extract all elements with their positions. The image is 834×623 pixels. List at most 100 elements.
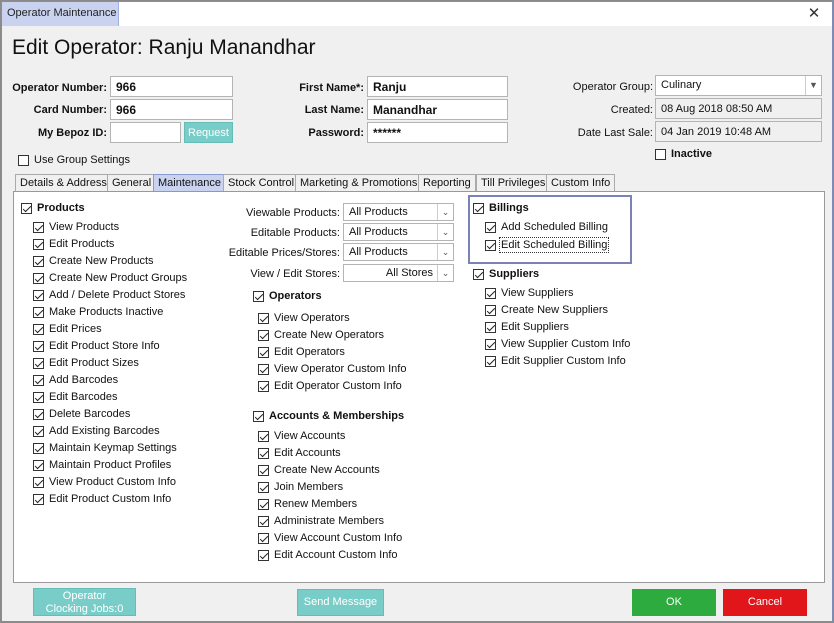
item-label: Edit Product Sizes — [49, 357, 139, 369]
checkbox-icon — [33, 459, 44, 471]
checkbox-icon — [485, 239, 496, 251]
item-label: View Operator Custom Info — [274, 363, 407, 375]
item-label: Join Members — [274, 481, 344, 493]
checkbox-icon — [485, 304, 496, 316]
operators-checkbox[interactable]: Operators — [253, 290, 322, 302]
checkbox-icon — [258, 532, 269, 544]
billings-checkbox[interactable]: Billings — [473, 202, 529, 214]
checkbox-icon — [33, 306, 44, 318]
tab-custom-info[interactable]: Custom Info — [546, 174, 616, 191]
operators-item[interactable]: Create New Operators — [258, 329, 384, 341]
operator-number-field[interactable]: 966 — [110, 76, 233, 97]
products-item[interactable]: Edit Product Custom Info — [33, 493, 171, 505]
tab-marketing-promotions[interactable]: Marketing & Promotions — [295, 174, 423, 191]
products-item[interactable]: View Product Custom Info — [33, 476, 176, 488]
page-title: Edit Operator: Ranju Manandhar — [12, 36, 316, 59]
accounts-item[interactable]: Edit Account Custom Info — [258, 549, 398, 561]
operators-item[interactable]: Edit Operator Custom Info — [258, 380, 402, 392]
products-item[interactable]: Add Existing Barcodes — [33, 425, 160, 437]
tab-reporting[interactable]: Reporting — [418, 174, 476, 191]
viewable-products-select[interactable]: All Products ⌄ — [343, 203, 454, 221]
products-item[interactable]: Edit Products — [33, 238, 114, 250]
item-label: Add Scheduled Billing — [501, 221, 609, 233]
editable-prices-label: Editable Prices/Stores: — [228, 247, 340, 259]
accounts-item[interactable]: Join Members — [258, 481, 343, 493]
suppliers-item[interactable]: View Supplier Custom Info — [485, 338, 630, 350]
checkbox-icon — [33, 289, 44, 301]
cancel-button[interactable]: Cancel — [723, 589, 807, 616]
bepoz-id-field[interactable] — [110, 122, 181, 143]
accounts-item[interactable]: View Accounts — [258, 430, 345, 442]
products-item[interactable]: Edit Product Store Info — [33, 340, 160, 352]
suppliers-item[interactable]: Edit Suppliers — [485, 321, 569, 333]
item-label: Create New Products — [49, 255, 154, 267]
accounts-item[interactable]: Create New Accounts — [258, 464, 380, 476]
accounts-checkbox[interactable]: Accounts & Memberships — [253, 410, 404, 422]
products-item[interactable]: Maintain Product Profiles — [33, 459, 171, 471]
accounts-item[interactable]: View Account Custom Info — [258, 532, 402, 544]
products-item[interactable]: Create New Product Groups — [33, 272, 187, 284]
products-item[interactable]: Maintain Keymap Settings — [33, 442, 177, 454]
send-message-button[interactable]: Send Message — [297, 589, 384, 616]
item-label: Edit Barcodes — [49, 391, 118, 403]
products-item[interactable]: Edit Barcodes — [33, 391, 117, 403]
billings-item[interactable]: Edit Scheduled Billing — [485, 237, 610, 253]
checkbox-icon — [655, 148, 666, 160]
editable-prices-value: All Products — [349, 246, 408, 258]
password-field[interactable]: ****** — [367, 122, 508, 143]
products-checkbox[interactable]: Products — [21, 202, 85, 214]
editable-products-select[interactable]: All Products ⌄ — [343, 223, 454, 241]
tab-details-address[interactable]: Details & Address — [15, 174, 112, 191]
operators-item[interactable]: Edit Operators — [258, 346, 345, 358]
checkbox-icon — [258, 498, 269, 510]
item-label: Edit Products — [49, 238, 115, 250]
suppliers-item[interactable]: View Suppliers — [485, 287, 574, 299]
card-number-label: Card Number: — [33, 104, 107, 116]
products-item[interactable]: View Products — [33, 221, 119, 233]
operator-clocking-jobs-button[interactable]: Operator Clocking Jobs:0 — [33, 588, 136, 616]
accounts-item[interactable]: Administrate Members — [258, 515, 384, 527]
billings-item[interactable]: Add Scheduled Billing — [485, 221, 608, 233]
products-item[interactable]: Create New Products — [33, 255, 154, 267]
operators-item[interactable]: View Operators — [258, 312, 350, 324]
operator-group-select[interactable]: Culinary ▼ — [655, 75, 822, 96]
accounts-item[interactable]: Renew Members — [258, 498, 357, 510]
editable-prices-select[interactable]: All Products ⌄ — [343, 243, 454, 261]
use-group-settings-checkbox[interactable]: Use Group Settings — [18, 154, 130, 166]
view-edit-stores-select[interactable]: All Stores ⌄ — [343, 264, 454, 282]
item-label: Create New Suppliers — [501, 304, 608, 316]
card-number-field[interactable]: 966 — [110, 99, 233, 120]
suppliers-item[interactable]: Create New Suppliers — [485, 304, 608, 316]
tab-maintenance[interactable]: Maintenance — [153, 174, 226, 191]
products-item[interactable]: Make Products Inactive — [33, 306, 163, 318]
last-name-field[interactable]: Manandhar — [367, 99, 508, 120]
operators-title: Operators — [269, 290, 322, 302]
products-item[interactable]: Edit Prices — [33, 323, 102, 335]
operators-item[interactable]: View Operator Custom Info — [258, 363, 406, 375]
item-label: Edit Operators — [274, 346, 345, 358]
item-label: Create New Operators — [274, 329, 385, 341]
products-item[interactable]: Add / Delete Product Stores — [33, 289, 185, 301]
inactive-checkbox[interactable]: Inactive — [655, 148, 712, 160]
ok-button[interactable]: OK — [632, 589, 716, 616]
checkbox-icon — [485, 321, 496, 333]
request-button[interactable]: Request — [184, 122, 233, 143]
operator-maintenance-window: Operator Maintenance ✕ Edit Operator: Ra… — [1, 1, 833, 622]
close-icon[interactable]: ✕ — [804, 4, 824, 24]
tab-general[interactable]: General — [107, 174, 157, 191]
suppliers-item[interactable]: Edit Supplier Custom Info — [485, 355, 626, 367]
item-label: Maintain Keymap Settings — [49, 442, 177, 454]
products-item[interactable]: Edit Product Sizes — [33, 357, 139, 369]
checkbox-icon — [258, 329, 269, 341]
view-edit-stores-value: All Stores — [385, 267, 433, 279]
suppliers-checkbox[interactable]: Suppliers — [473, 268, 539, 280]
tab-stock-control[interactable]: Stock Control — [223, 174, 300, 191]
products-item[interactable]: Delete Barcodes — [33, 408, 130, 420]
checkbox-icon — [258, 464, 269, 476]
checkbox-icon — [485, 287, 496, 299]
item-label: Create New Product Groups — [49, 272, 188, 284]
tab-till-privileges[interactable]: Till Privileges — [476, 174, 551, 191]
products-item[interactable]: Add Barcodes — [33, 374, 118, 386]
first-name-field[interactable]: Ranju — [367, 76, 508, 97]
accounts-item[interactable]: Edit Accounts — [258, 447, 341, 459]
